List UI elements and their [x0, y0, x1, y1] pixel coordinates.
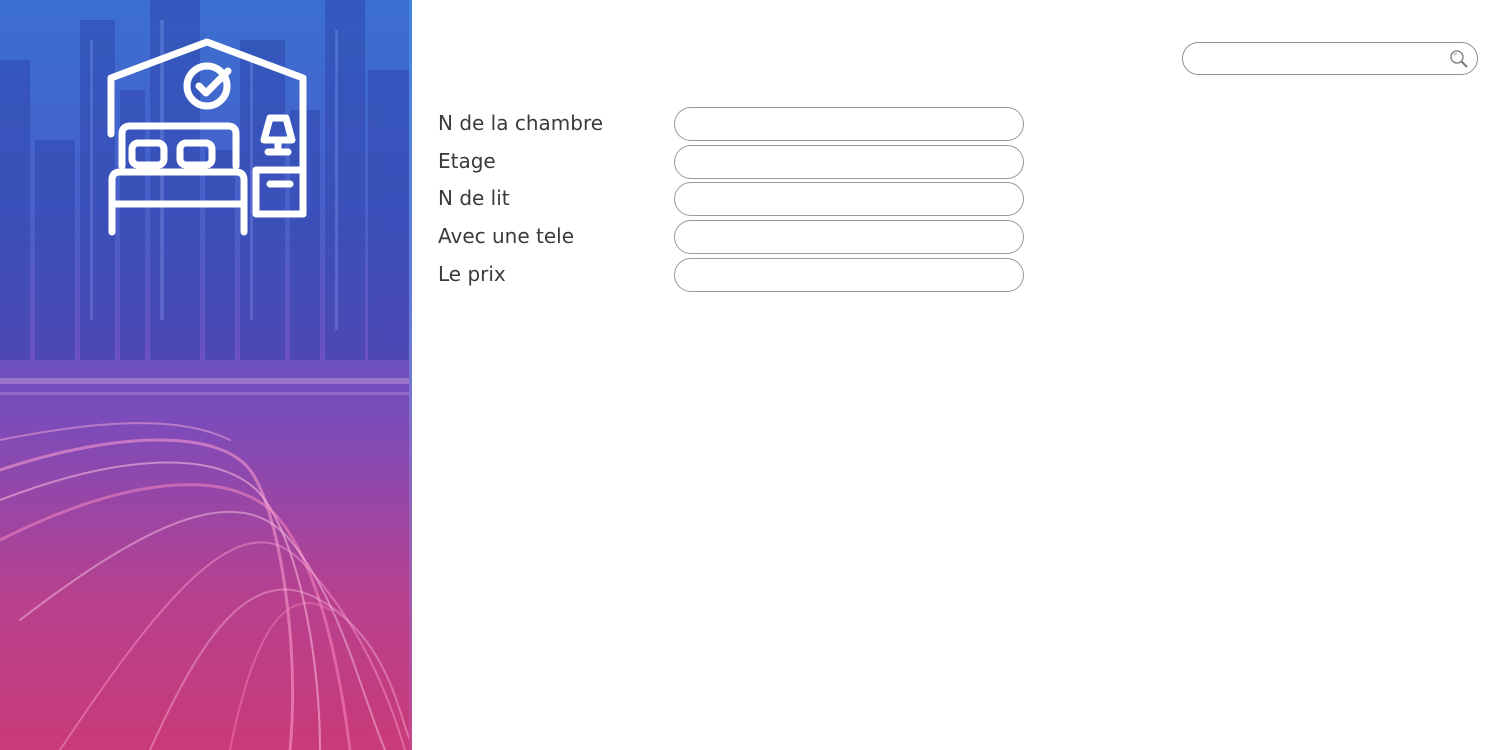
floor-field[interactable]: [674, 145, 1024, 179]
bed-count-label: N de lit: [438, 186, 510, 210]
price-label: Le prix: [438, 262, 506, 286]
room-number-field[interactable]: [674, 107, 1024, 141]
room-number-label: N de la chambre: [438, 111, 604, 135]
floor-label: Etage: [438, 149, 496, 173]
sidebar-panel: [0, 0, 410, 750]
price-field[interactable]: [674, 258, 1024, 292]
search-input[interactable]: [1195, 47, 1449, 72]
bed-count-field[interactable]: [674, 182, 1024, 216]
search-icon[interactable]: [1449, 49, 1469, 69]
tv-field[interactable]: [674, 220, 1024, 254]
tv-label: Avec une tele: [438, 224, 575, 248]
search-box[interactable]: [1182, 42, 1478, 75]
sidebar-divider: [409, 0, 412, 750]
room-bed-nightstand-check-icon: [107, 38, 307, 236]
